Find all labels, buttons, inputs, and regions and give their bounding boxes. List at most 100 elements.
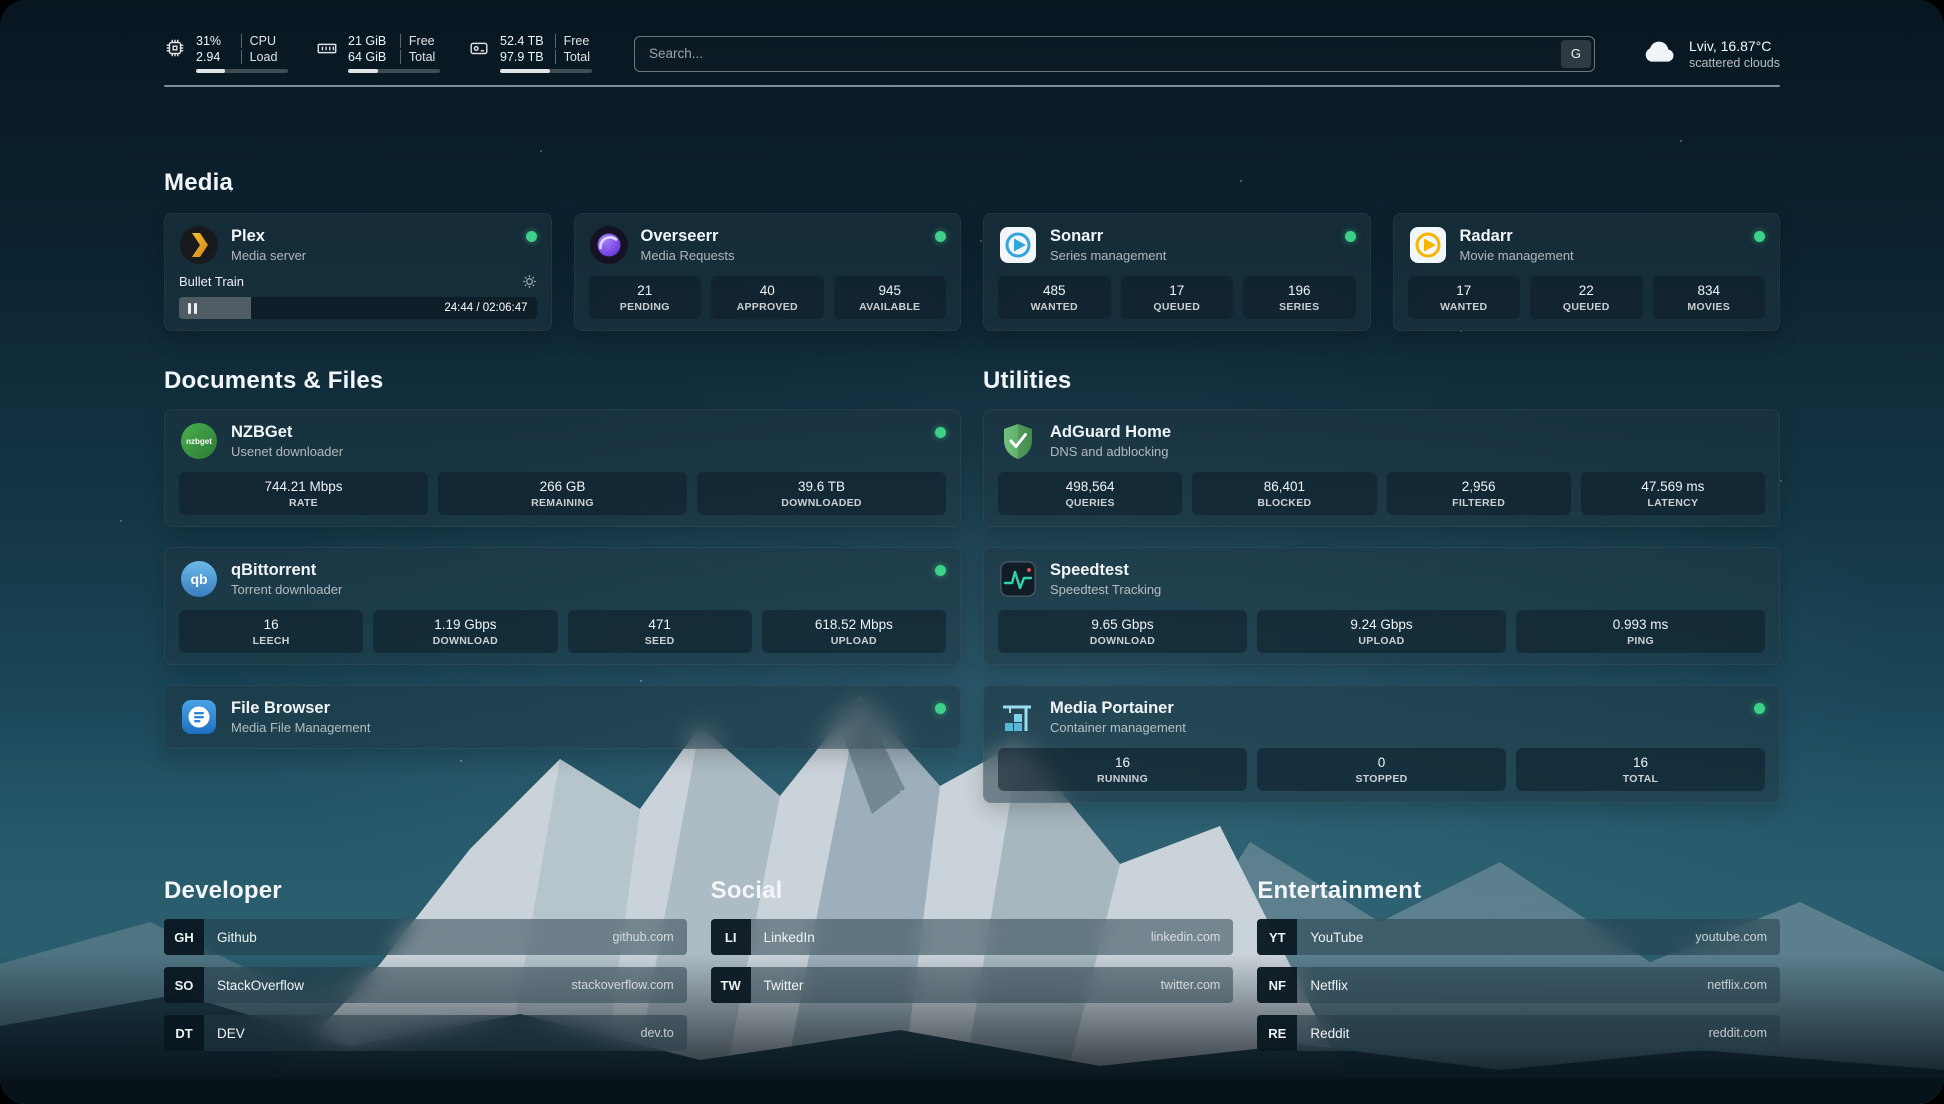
stat-downloaded: 39.6 TB DOWNLOADED [697,472,946,515]
dashboard-screen: 31% CPU 2.94 Load [0,0,1944,1104]
app-name: Plex [231,227,306,246]
app-name: Overseerr [641,227,735,246]
app-name: qBittorrent [231,561,342,580]
memory-free-label: Free [400,34,440,48]
netflix-icon: NF [1257,967,1297,1003]
playback-progress-bar[interactable]: 24:44 / 02:06:47 [179,297,537,319]
app-card-nzbget[interactable]: nzbget NZBGet Usenet downloader 74 [164,409,961,527]
playback-time: 24:44 / 02:06:47 [444,302,527,314]
app-card-overseerr[interactable]: Overseerr Media Requests 21 PENDING 40 A… [574,213,962,331]
section-documents: Documents & Files nzbget [164,367,961,749]
weather-condition: scattered clouds [1689,56,1780,70]
section-developer: Developer GH Github github.com SO StackO… [164,877,687,1051]
status-dot [1754,703,1765,714]
stat-download: 1.19 Gbps DOWNLOAD [373,610,557,653]
section-title-social: Social [711,877,1234,905]
stat-queued: 17 QUEUED [1121,276,1234,319]
status-dot [935,427,946,438]
weather-location: Lviv, 16.87°C [1689,38,1780,54]
sonarr-icon [998,225,1038,265]
pause-icon[interactable] [188,303,197,314]
status-dot [935,703,946,714]
portainer-icon [998,697,1038,737]
section-title-utilities: Utilities [983,367,1780,395]
app-card-plex[interactable]: Plex Media server Bullet Train [164,213,552,331]
bookmark-twitter[interactable]: TW Twitter twitter.com [711,967,1234,1003]
status-dot [935,565,946,576]
stat-upload: 618.52 Mbps UPLOAD [762,610,946,653]
svg-text:qb: qb [190,571,207,587]
stat-movies: 834 MOVIES [1653,276,1766,319]
cpu-load-value: 2.94 [196,50,232,64]
disk-total-value: 97.9 TB [500,50,546,64]
resource-widgets: 31% CPU 2.94 Load [164,34,592,73]
memory-icon [316,37,338,64]
stat-queries: 498,564 QUERIES [998,472,1182,515]
bookmark-youtube[interactable]: YT YouTube youtube.com [1257,919,1780,955]
app-card-filebrowser[interactable]: File Browser Media File Management [164,685,961,749]
stat-available: 945 AVAILABLE [834,276,947,319]
bookmark-linkedin[interactable]: LI LinkedIn linkedin.com [711,919,1234,955]
cpu-widget: 31% CPU 2.94 Load [164,34,288,73]
app-card-adguard[interactable]: AdGuard Home DNS and adblocking 498,564 … [983,409,1780,527]
search-engine-button[interactable]: G [1561,40,1591,68]
app-subtitle: Media File Management [231,720,370,735]
stat-running: 16 RUNNING [998,748,1247,791]
app-card-sonarr[interactable]: Sonarr Series management 485 WANTED 17 Q… [983,213,1371,331]
app-name: Media Portainer [1050,699,1186,718]
section-utilities: Utilities [983,367,1780,803]
stat-wanted: 17 WANTED [1408,276,1521,319]
stat-queued: 22 QUEUED [1530,276,1643,319]
stat-total: 16 TOTAL [1516,748,1765,791]
memory-progress-bar [348,69,440,73]
qbittorrent-icon: qb [179,559,219,599]
status-dot [935,231,946,242]
bookmark-reddit[interactable]: RE Reddit reddit.com [1257,1015,1780,1051]
gear-icon[interactable] [522,274,537,289]
app-card-radarr[interactable]: Radarr Movie management 17 WANTED 22 QUE… [1393,213,1781,331]
plex-now-playing: Bullet Train [179,274,537,319]
app-subtitle: Speedtest Tracking [1050,582,1161,597]
header-divider [164,85,1780,87]
search-input[interactable] [634,36,1595,72]
app-name: AdGuard Home [1050,423,1171,442]
memory-total-value: 64 GiB [348,50,391,64]
disk-free-label: Free [555,34,592,48]
app-card-speedtest[interactable]: Speedtest Speedtest Tracking 9.65 Gbps D… [983,547,1780,665]
stat-latency: 47.569 ms LATENCY [1581,472,1765,515]
plex-icon [179,225,219,265]
memory-free-value: 21 GiB [348,34,391,48]
bookmark-dev[interactable]: DT DEV dev.to [164,1015,687,1051]
memory-widget: 21 GiB Free 64 GiB Total [316,34,440,73]
disk-total-label: Total [555,50,592,64]
stat-blocked: 86,401 BLOCKED [1192,472,1376,515]
app-name: Radarr [1460,227,1574,246]
section-social: Social LI LinkedIn linkedin.com TW Twitt… [711,877,1234,1003]
stat-download: 9.65 Gbps DOWNLOAD [998,610,1247,653]
bookmark-netflix[interactable]: NF Netflix netflix.com [1257,967,1780,1003]
bookmark-stackoverflow[interactable]: SO StackOverflow stackoverflow.com [164,967,687,1003]
section-title-media: Media [164,169,1780,197]
stat-rate: 744.21 Mbps RATE [179,472,428,515]
stat-ping: 0.993 ms PING [1516,610,1765,653]
dev-icon: DT [164,1015,204,1051]
stat-wanted: 485 WANTED [998,276,1111,319]
cloud-icon [1641,37,1677,70]
section-title-documents: Documents & Files [164,367,961,395]
disk-progress-bar [500,69,592,73]
stat-upload: 9.24 Gbps UPLOAD [1257,610,1506,653]
app-subtitle: Series management [1050,248,1166,263]
app-card-portainer[interactable]: Media Portainer Container management 16 … [983,685,1780,803]
bookmark-github[interactable]: GH Github github.com [164,919,687,955]
section-title-developer: Developer [164,877,687,905]
stat-seed: 471 SEED [568,610,752,653]
stat-stopped: 0 STOPPED [1257,748,1506,791]
adguard-icon [998,421,1038,461]
app-card-qbittorrent[interactable]: qb qBittorrent Torrent downloader [164,547,961,665]
app-subtitle: Torrent downloader [231,582,342,597]
stat-series: 196 SERIES [1243,276,1356,319]
status-dot [1345,231,1356,242]
nzbget-icon: nzbget [179,421,219,461]
weather-widget: Lviv, 16.87°C scattered clouds [1641,37,1780,70]
stat-filtered: 2,956 FILTERED [1387,472,1571,515]
